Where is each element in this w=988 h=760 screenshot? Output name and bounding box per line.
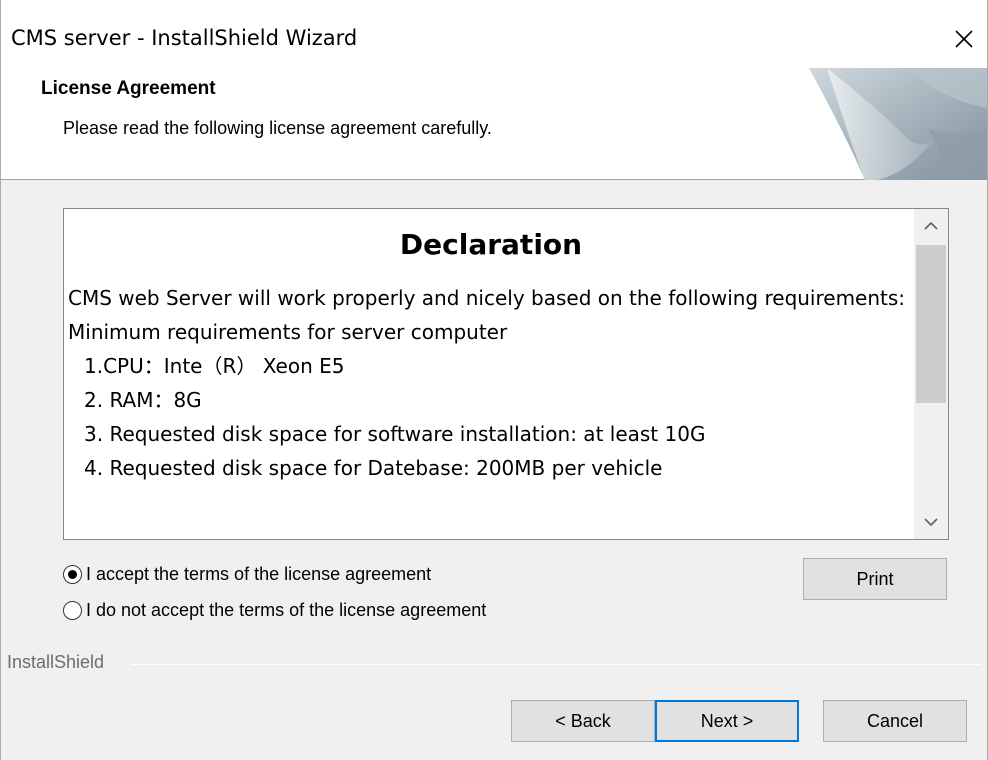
title-bar: CMS server - InstallShield Wizard	[1, 0, 987, 68]
wizard-header: License Agreement Please read the follow…	[1, 68, 987, 180]
page-curl-graphic	[809, 68, 987, 180]
decline-option[interactable]: I do not accept the terms of the license…	[63, 600, 486, 621]
requirement-item: 2. RAM：8G	[84, 388, 202, 412]
page-subtitle: Please read the following license agreem…	[63, 118, 492, 138]
decline-radio[interactable]	[63, 601, 82, 620]
back-button[interactable]: < Back	[511, 700, 655, 742]
brand-label: InstallShield	[7, 652, 111, 673]
requirement-item: 3. Requested disk space for software ins…	[84, 422, 706, 446]
license-paragraph: Minimum requirements for server computer	[68, 320, 508, 344]
license-paragraph: CMS web Server will work properly and ni…	[68, 286, 906, 310]
chevron-up-icon	[924, 221, 938, 230]
scroll-down-button[interactable]	[914, 505, 948, 539]
accept-radio[interactable]	[63, 565, 82, 584]
page-title: License Agreement	[41, 78, 216, 99]
requirement-item: 4. Requested disk space for Datebase: 20…	[84, 456, 663, 480]
accept-label: I accept the terms of the license agreem…	[86, 564, 432, 584]
installer-window: CMS server - InstallShield Wizard Licens…	[0, 0, 988, 760]
requirement-item: 1.CPU：Inte（R） Xeon E5	[84, 354, 345, 378]
license-text-box[interactable]: Declaration CMS web Server will work pro…	[63, 208, 949, 540]
installshield-separator: InstallShield	[1, 652, 988, 676]
license-content: Declaration CMS web Server will work pro…	[68, 209, 914, 539]
separator-line	[131, 664, 981, 665]
print-button[interactable]: Print	[803, 558, 947, 600]
accept-option[interactable]: I accept the terms of the license agreem…	[63, 564, 431, 585]
license-heading: Declaration	[399, 228, 583, 261]
scroll-up-button[interactable]	[914, 209, 948, 243]
decline-label: I do not accept the terms of the license…	[86, 600, 487, 620]
chevron-down-icon	[924, 518, 938, 527]
scroll-thumb[interactable]	[916, 245, 946, 403]
cancel-button[interactable]: Cancel	[823, 700, 967, 742]
vertical-scrollbar[interactable]	[914, 209, 948, 539]
next-button[interactable]: Next >	[655, 700, 799, 742]
close-button[interactable]	[941, 18, 987, 60]
close-icon	[955, 30, 973, 48]
window-title: CMS server - InstallShield Wizard	[11, 26, 358, 50]
